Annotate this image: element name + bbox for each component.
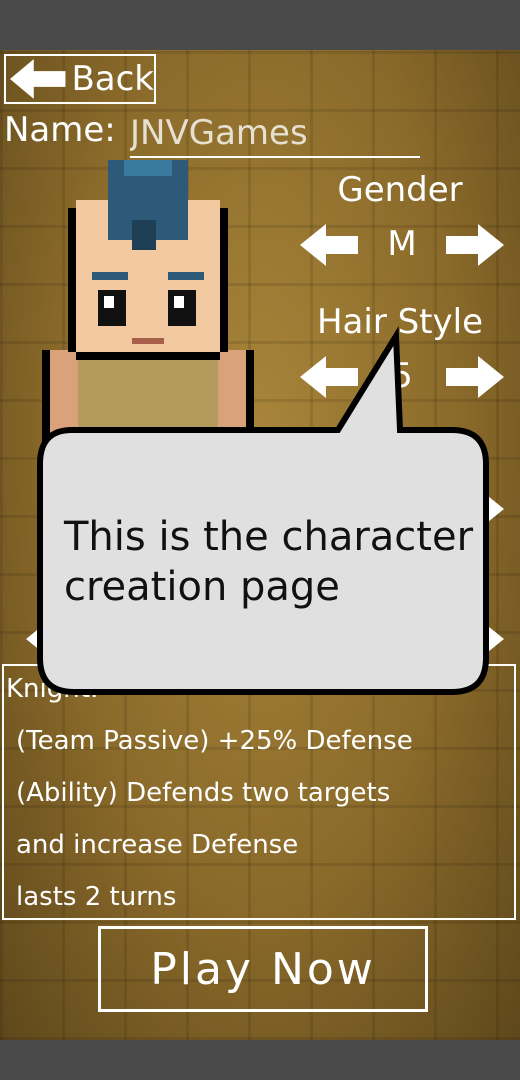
gender-next-arrow-icon[interactable] [444, 222, 506, 268]
play-now-button[interactable]: Play Now [98, 926, 428, 1012]
hair-style-value: 5 [391, 356, 413, 396]
tutorial-text: This is the character creation page [64, 514, 474, 610]
top-frame [0, 0, 520, 50]
description-line-2: (Ability) Defends two targets [16, 778, 391, 808]
hair-next-arrow-icon[interactable] [444, 354, 506, 400]
description-line-4: lasts 2 turns [16, 882, 177, 912]
description-line-3: and increase Defense [16, 830, 299, 860]
class-name: Knight: [6, 674, 99, 704]
bottom-frame [0, 1040, 520, 1080]
gender-prev-arrow-icon[interactable] [298, 222, 360, 268]
option-next-arrow-icon[interactable] [444, 616, 506, 662]
play-now-label: Play Now [150, 943, 376, 995]
hair-prev-arrow-icon[interactable] [298, 354, 360, 400]
class-description-box: Knight: (Team Passive) +25% Defense (Abi… [2, 664, 516, 920]
option-prev-arrow-icon[interactable] [24, 616, 86, 662]
gender-value: M [387, 224, 417, 264]
hair-style-title: Hair Style [316, 302, 484, 342]
back-button[interactable]: Back [4, 54, 156, 104]
character-sprite [42, 160, 254, 460]
gender-title: Gender [337, 170, 463, 210]
back-arrow-icon [9, 59, 66, 99]
name-input[interactable] [130, 110, 420, 158]
back-label: Back [71, 59, 154, 99]
description-line-1: (Team Passive) +25% Defense [16, 726, 413, 756]
name-label: Name: [4, 110, 116, 150]
